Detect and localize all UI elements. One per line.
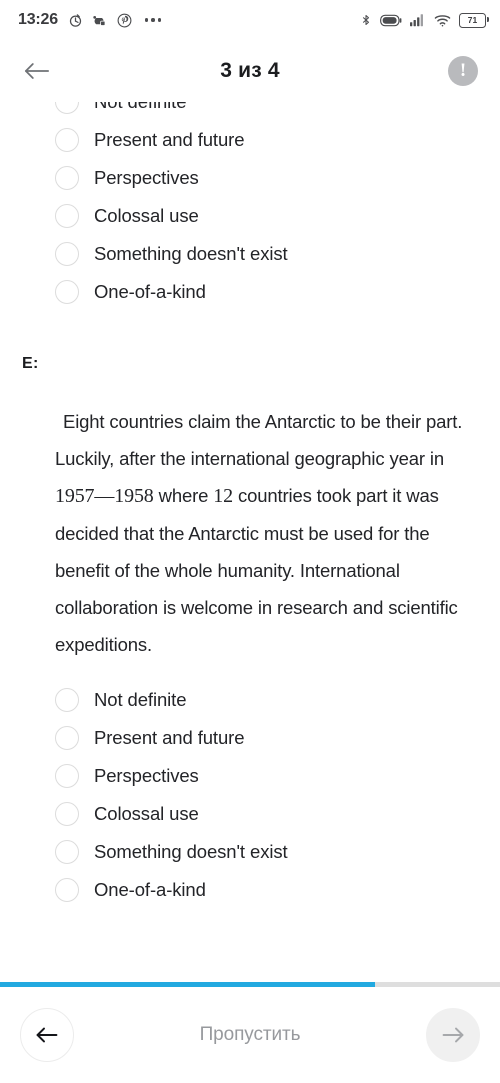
status-bar-left: 13:26 — [18, 11, 162, 29]
game-controller-icon — [92, 13, 108, 28]
list-item[interactable]: Perspectives — [0, 159, 500, 197]
radio-button[interactable] — [55, 878, 79, 902]
question-passage: Eight countries claim the Antarctic to b… — [55, 403, 480, 663]
option-label: Present and future — [94, 727, 245, 748]
next-question-button[interactable] — [425, 1008, 480, 1062]
arrow-right-icon — [442, 1027, 464, 1043]
option-label: Perspectives — [94, 765, 199, 786]
clock-timer-icon — [68, 13, 83, 28]
question-letter-label: E: — [22, 355, 39, 372]
radio-button[interactable] — [55, 102, 79, 114]
list-item[interactable]: Not definite — [0, 102, 500, 121]
info-alert-button[interactable]: ! — [448, 56, 478, 86]
list-item[interactable]: Present and future — [0, 719, 500, 757]
battery-saver-icon — [380, 14, 402, 27]
list-item[interactable]: Present and future — [0, 121, 500, 159]
battery-percent-label: 71 — [467, 14, 478, 25]
radio-button[interactable] — [55, 242, 79, 266]
list-item[interactable]: Colossal use — [0, 197, 500, 235]
option-label: Not definite — [94, 102, 186, 113]
radio-button[interactable] — [55, 280, 79, 304]
option-label: Colossal use — [94, 205, 199, 226]
signal-bars-icon — [410, 13, 426, 27]
status-bar-right: 71 — [360, 12, 489, 28]
bottom-nav-row: Пропустить — [0, 987, 500, 1083]
status-bar: 13:26 71 — [0, 0, 500, 40]
passage-country-count: 12 — [213, 485, 233, 507]
exclamation-circle-icon: ! — [459, 59, 467, 81]
option-label: Perspectives — [94, 167, 199, 188]
page-title: 3 из 4 — [220, 59, 280, 82]
radio-button[interactable] — [55, 688, 79, 712]
app-header: 3 из 4 ! — [0, 40, 500, 102]
list-item[interactable]: Perspectives — [0, 757, 500, 795]
question-scroll-area[interactable]: Not definite Present and future Perspect… — [0, 102, 500, 982]
option-label: Colossal use — [94, 803, 199, 824]
header-back-button[interactable] — [20, 54, 54, 88]
list-item[interactable]: Colossal use — [0, 795, 500, 833]
passage-text-part2: where — [153, 485, 214, 506]
more-dots-icon — [144, 18, 162, 22]
status-clock: 13:26 — [18, 11, 58, 28]
radio-button[interactable] — [55, 204, 79, 228]
radio-button[interactable] — [55, 166, 79, 190]
list-item[interactable]: One-of-a-kind — [0, 871, 500, 909]
option-label: Something doesn't exist — [94, 243, 288, 264]
previous-question-button[interactable] — [20, 1008, 74, 1062]
option-label: One-of-a-kind — [94, 879, 206, 900]
list-item[interactable]: Something doesn't exist — [0, 235, 500, 273]
option-label: Not definite — [94, 689, 187, 710]
skip-button[interactable]: Пропустить — [190, 1018, 311, 1052]
radio-button[interactable] — [55, 128, 79, 152]
battery-icon: 71 — [459, 12, 489, 28]
radio-button[interactable] — [55, 840, 79, 864]
arrow-left-icon — [24, 63, 50, 79]
radio-button[interactable] — [55, 726, 79, 750]
current-question-options: Not definite Present and future Perspect… — [0, 681, 500, 909]
bottom-nav-bar: Пропустить — [0, 982, 500, 1083]
previous-question-options: Not definite Present and future Perspect… — [0, 102, 500, 311]
list-item[interactable]: Something doesn't exist — [0, 833, 500, 871]
arrow-left-icon — [36, 1027, 58, 1043]
option-label: One-of-a-kind — [94, 281, 206, 302]
radio-button[interactable] — [55, 802, 79, 826]
wifi-icon — [434, 14, 451, 27]
list-item[interactable]: Not definite — [0, 681, 500, 719]
passage-text-part1: Eight countries claim the Antarctic to b… — [55, 411, 463, 469]
passage-text-part3: countries took part it was decided that … — [55, 485, 458, 655]
radio-button[interactable] — [55, 764, 79, 788]
passage-years: 1957—1958 — [55, 485, 154, 507]
pinterest-icon — [117, 13, 132, 28]
option-label: Present and future — [94, 129, 245, 150]
option-label: Something doesn't exist — [94, 841, 288, 862]
list-item[interactable]: One-of-a-kind — [0, 273, 500, 311]
bluetooth-icon — [360, 12, 372, 28]
